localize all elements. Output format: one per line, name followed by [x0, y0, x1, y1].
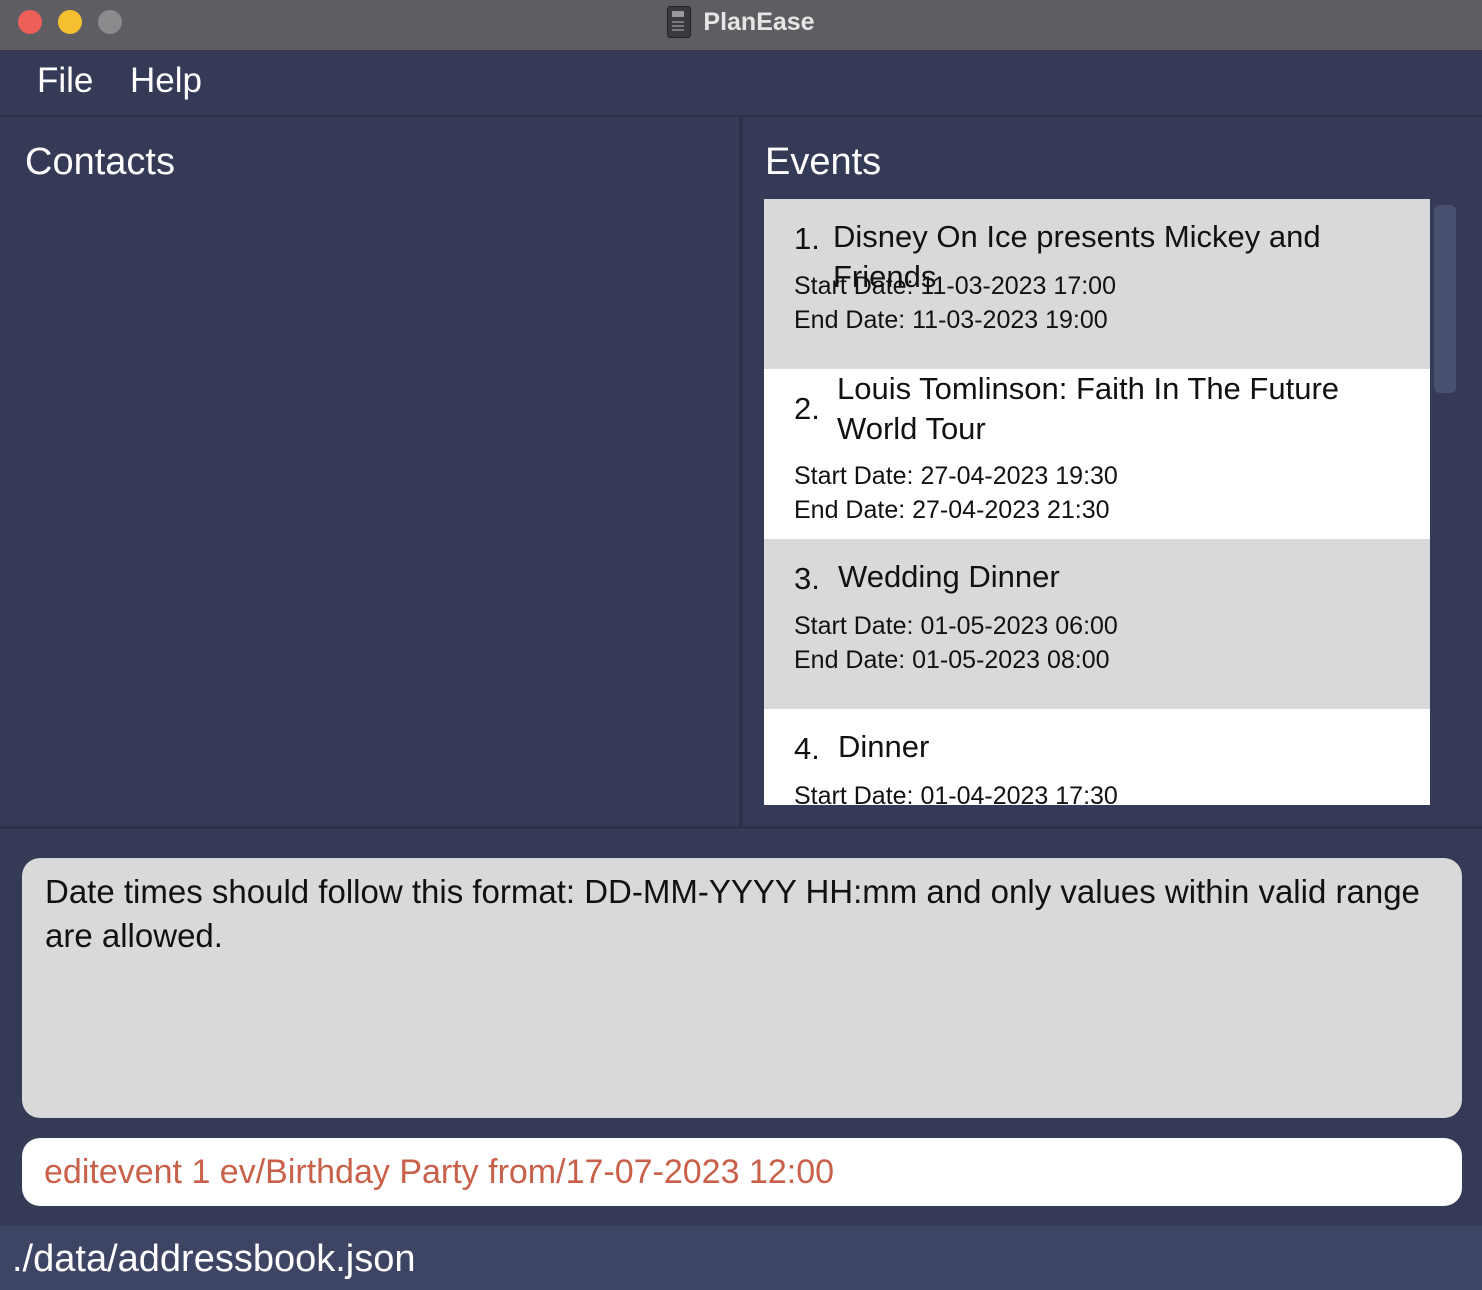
event-index: 2. [794, 391, 820, 426]
event-name: Wedding Dinner [838, 559, 1060, 594]
event-start-date: Start Date: 01-04-2023 17:30 [794, 782, 1118, 805]
title-group: PlanEase [0, 0, 1482, 44]
notebook-icon [667, 6, 692, 38]
events-panel: Events 1. Disney On Ice presents Mickey … [744, 117, 1478, 826]
command-input[interactable] [44, 1148, 1434, 1196]
event-card[interactable]: 4. Dinner Start Date: 01-04-2023 17:30 [764, 709, 1430, 805]
event-index: 1. [794, 221, 820, 256]
event-list[interactable]: 1. Disney On Ice presents Mickey and Fri… [764, 199, 1430, 805]
event-index: 4. [794, 731, 820, 766]
title-bar: PlanEase [0, 0, 1482, 51]
event-start-date: Start Date: 27-04-2023 19:30 [794, 462, 1118, 490]
contacts-panel: Contacts [4, 117, 738, 826]
data-file-path: ./data/addressbook.json [12, 1238, 416, 1280]
event-card[interactable]: 2. Louis Tomlinson: Faith In The Future … [764, 369, 1430, 539]
event-index: 3. [794, 561, 820, 596]
event-start-date: Start Date: 11-03-2023 17:00 [794, 272, 1116, 300]
panel-divider[interactable] [739, 117, 743, 826]
event-end-date: End Date: 01-05-2023 08:00 [794, 646, 1110, 674]
result-message: Date times should follow this format: DD… [45, 873, 1420, 954]
events-title: Events [765, 141, 882, 183]
horizontal-divider[interactable] [0, 826, 1482, 829]
event-card[interactable]: 1. Disney On Ice presents Mickey and Fri… [764, 199, 1430, 369]
event-end-date: End Date: 11-03-2023 19:00 [794, 306, 1108, 334]
event-list-scrollbar[interactable] [1434, 205, 1456, 393]
status-bar: ./data/addressbook.json [0, 1226, 1482, 1290]
event-name: Dinner [838, 729, 930, 764]
result-display: Date times should follow this format: DD… [22, 858, 1462, 1118]
event-card[interactable]: 3. Wedding Dinner Start Date: 01-05-2023… [764, 539, 1430, 709]
command-box[interactable] [22, 1138, 1462, 1206]
menu-help[interactable]: Help [130, 61, 202, 101]
event-name: Louis Tomlinson: Faith In The Future Wor… [837, 371, 1340, 446]
event-start-date: Start Date: 01-05-2023 06:00 [794, 612, 1118, 640]
app-window: PlanEase File Help Contacts Events 1. Di… [0, 0, 1482, 1290]
menu-file[interactable]: File [37, 61, 93, 101]
event-end-date: End Date: 27-04-2023 21:30 [794, 496, 1110, 524]
contacts-title: Contacts [25, 141, 175, 183]
window-title: PlanEase [703, 7, 815, 36]
menu-bar: File Help [0, 51, 1482, 117]
